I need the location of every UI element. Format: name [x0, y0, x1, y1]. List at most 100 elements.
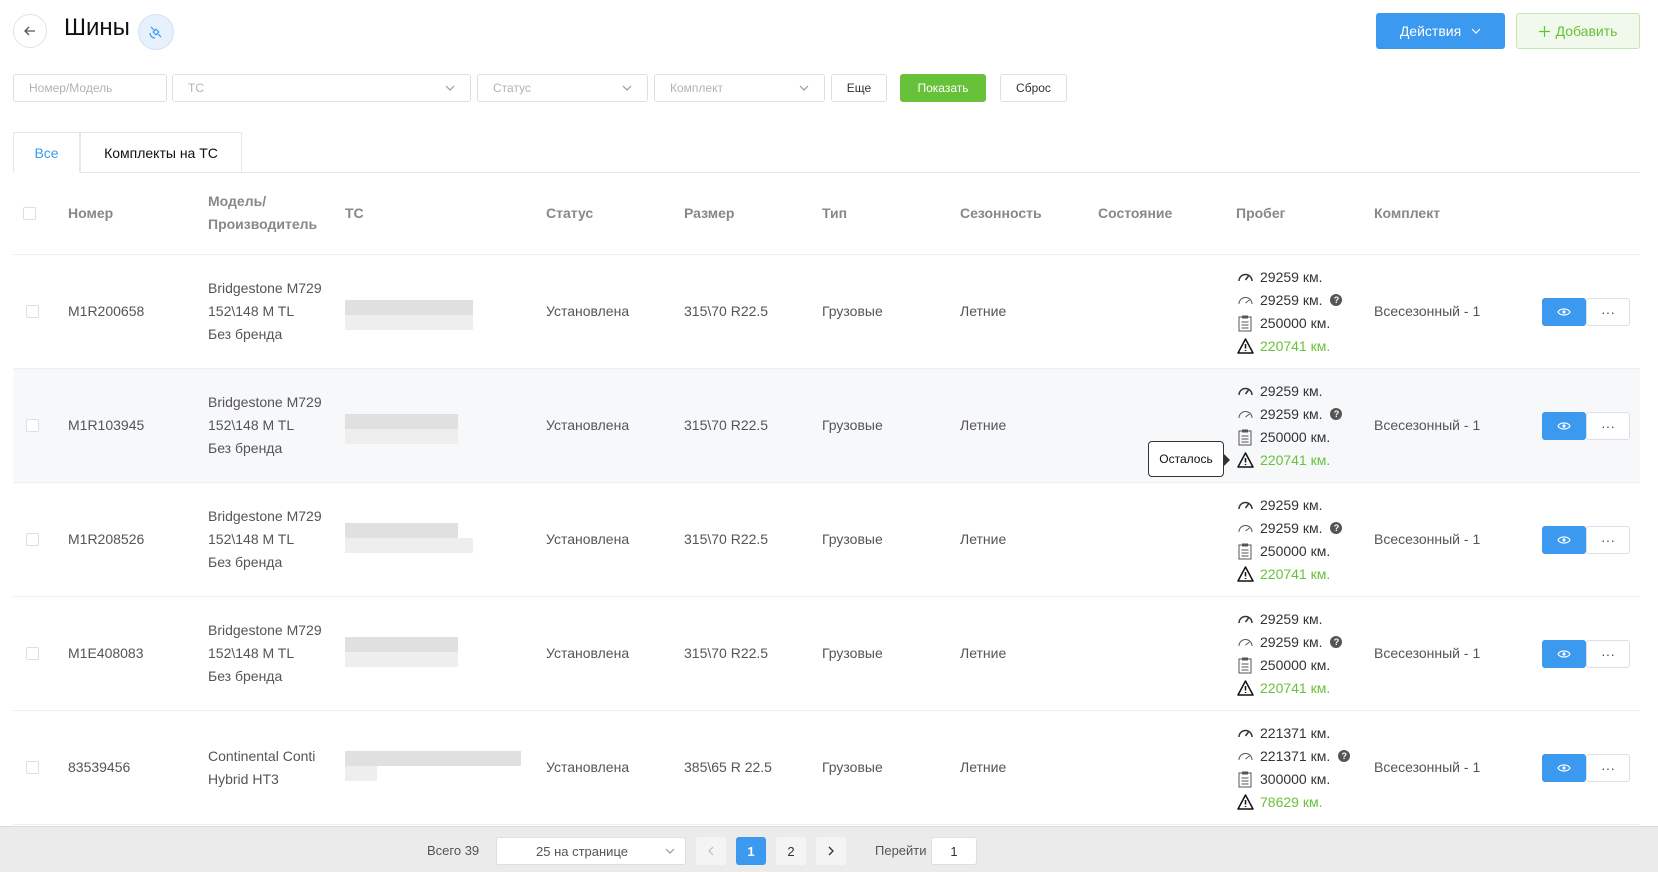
goto-page-input[interactable]: 1 [931, 837, 977, 865]
warning-icon [1236, 452, 1254, 468]
more-actions-button[interactable]: ··· [1586, 640, 1630, 668]
page-title: Шины [64, 14, 130, 41]
col-size[interactable]: Размер [684, 172, 734, 254]
set-placeholder: Комплект [670, 81, 723, 95]
col-vehicle[interactable]: ТС [345, 172, 364, 254]
tab-all[interactable]: Все [13, 132, 80, 173]
view-button[interactable] [1542, 412, 1586, 440]
row-checkbox[interactable] [26, 761, 39, 774]
add-button[interactable]: Добавить [1516, 13, 1640, 49]
question-icon[interactable]: ? [1330, 522, 1343, 534]
set-select[interactable]: Комплект [654, 74, 825, 102]
chevron-left-icon [708, 846, 714, 856]
table-row[interactable]: M1R103945 Bridgestone M729 152\148 M TL … [13, 369, 1640, 483]
table-row[interactable]: M1R200658 Bridgestone M729 152\148 M TL … [13, 255, 1640, 369]
col-season[interactable]: Сезонность [960, 172, 1042, 254]
show-button[interactable]: Показать [900, 74, 986, 102]
model-line: Bridgestone M729 [208, 508, 322, 524]
more-actions-button[interactable]: ··· [1586, 412, 1630, 440]
view-button[interactable] [1542, 640, 1586, 668]
question-icon[interactable]: ? [1330, 294, 1343, 306]
model-line: 152\148 M TL [208, 645, 295, 661]
question-icon[interactable]: ? [1330, 408, 1343, 420]
tire-mileage: 29259 км. 29259 км.? 250000 км. 220741 к… [1236, 483, 1343, 596]
view-button[interactable] [1542, 526, 1586, 554]
question-icon[interactable]: ? [1338, 750, 1351, 762]
select-all-checkbox[interactable] [23, 206, 36, 220]
row-checkbox[interactable] [26, 419, 39, 432]
mileage-remaining: 78629 км. [1236, 791, 1350, 814]
mileage-total: 29259 км.? [1236, 631, 1343, 654]
row-checkbox-cell[interactable] [26, 711, 39, 824]
table-row[interactable]: 83539456 Continental Conti Hybrid HT3 Ус… [13, 711, 1640, 825]
select-all-cell[interactable] [23, 172, 36, 254]
tire-set: Всесезонный - 1 [1374, 759, 1481, 775]
col-set[interactable]: Комплект [1374, 172, 1440, 254]
row-checkbox[interactable] [26, 533, 39, 546]
row-checkbox-cell[interactable] [26, 369, 39, 482]
more-button[interactable]: Еще [831, 74, 887, 102]
col-status[interactable]: Статус [546, 172, 593, 254]
mileage-value: 250000 км. [1260, 657, 1331, 673]
tab-vehicle-sets[interactable]: Комплекты на ТС [80, 132, 242, 173]
row-checkbox[interactable] [26, 305, 39, 318]
table-row[interactable]: M1E408083 Bridgestone M729 152\148 M TL … [13, 597, 1640, 711]
vehicle-redacted [345, 483, 525, 596]
row-checkbox[interactable] [26, 647, 39, 660]
page-size-select[interactable]: 25 на странице [496, 837, 686, 865]
total-count: Всего 39 [427, 843, 480, 858]
col-type[interactable]: Тип [822, 172, 847, 254]
reset-button[interactable]: Сброс [1000, 74, 1067, 102]
vehicle-redacted [345, 255, 525, 368]
mileage-value: 29259 км. [1260, 520, 1323, 536]
model-line: 152\148 M TL [208, 531, 295, 547]
chevron-down-icon [1471, 28, 1481, 34]
speedometer-outline-icon [1238, 296, 1252, 304]
row-checkbox-cell[interactable] [26, 255, 39, 368]
col-model[interactable]: Модель/Производитель [208, 172, 328, 254]
number-model-placeholder: Номер/Модель [29, 81, 113, 95]
tire-number: M1R200658 [68, 303, 145, 319]
tire-size: 385\65 R 22.5 [684, 759, 772, 775]
actions-dropdown-button[interactable]: Действия [1376, 13, 1505, 49]
back-button[interactable] [13, 14, 47, 48]
mileage-value: 29259 км. [1260, 497, 1323, 513]
speedometer-icon [1237, 729, 1253, 737]
ellipsis-icon: ··· [1601, 532, 1615, 548]
tire-status: Установлена [546, 417, 630, 433]
col-number[interactable]: Номер [68, 172, 113, 254]
mileage-norm: 300000 км. [1236, 768, 1350, 791]
more-actions-button[interactable]: ··· [1586, 526, 1630, 554]
row-checkbox-cell[interactable] [26, 597, 39, 710]
page-button-1[interactable]: 1 [736, 837, 766, 865]
chevron-down-icon [799, 85, 809, 91]
page-button-2[interactable]: 2 [776, 837, 806, 865]
number-model-input[interactable]: Номер/Модель [13, 74, 167, 102]
actions-label: Действия [1399, 23, 1462, 39]
mileage-value: 220741 км. [1260, 452, 1331, 468]
table-row[interactable]: M1R208526 Bridgestone M729 152\148 M TL … [13, 483, 1640, 597]
prev-page-button[interactable] [696, 837, 726, 865]
pagination-bar: Всего 39 25 на странице 1 2 Перейти 1 [0, 826, 1658, 872]
row-checkbox-cell[interactable] [26, 483, 39, 596]
page-size-value: 25 на странице [536, 843, 628, 859]
tire-set: Всесезонный - 1 [1374, 417, 1481, 433]
question-icon[interactable]: ? [1330, 636, 1343, 648]
model-line: Без бренда [208, 326, 283, 342]
clipboard-icon [1238, 543, 1252, 559]
status-select[interactable]: Статус [477, 74, 648, 102]
col-condition[interactable]: Состояние [1098, 172, 1172, 254]
view-button[interactable] [1542, 754, 1586, 782]
more-actions-button[interactable]: ··· [1586, 754, 1630, 782]
vehicle-select[interactable]: ТС [172, 74, 471, 102]
tire-model: Bridgestone M729 152\148 M TL Без бренда [208, 483, 322, 596]
tire-model: Bridgestone M729 152\148 M TL Без бренда [208, 255, 322, 368]
tire-mileage: 29259 км. 29259 км.? 250000 км. 220741 к… [1236, 369, 1343, 482]
next-page-button[interactable] [816, 837, 846, 865]
col-mileage[interactable]: Пробег [1236, 172, 1285, 254]
tire-type: Грузовые [822, 531, 883, 547]
mileage-remaining: 220741 км. [1236, 335, 1342, 358]
gps-button[interactable] [138, 14, 174, 50]
view-button[interactable] [1542, 298, 1586, 326]
more-actions-button[interactable]: ··· [1586, 298, 1630, 326]
